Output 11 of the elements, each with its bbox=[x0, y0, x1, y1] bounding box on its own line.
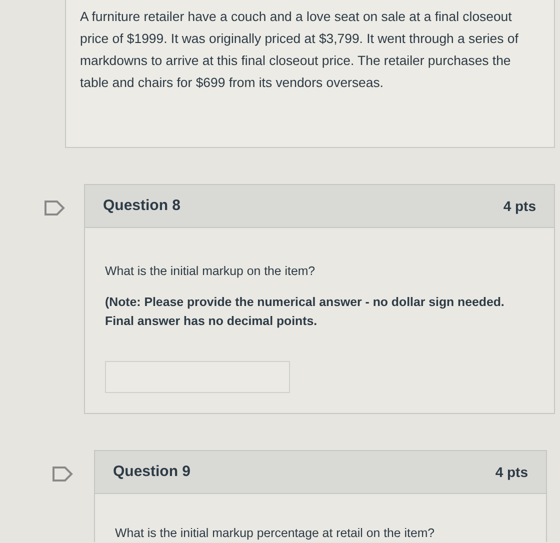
question-text: What is the initial markup on the item? bbox=[105, 263, 316, 280]
points-label: 4 pts bbox=[495, 462, 528, 482]
question-text: (Note: Please provide the numerical answer - no dollar sign needed. Final answer has no decimal points. bbox=[105, 294, 506, 330]
flag-icon[interactable] bbox=[44, 200, 66, 216]
question-title: Question 8 bbox=[103, 196, 181, 216]
answer-field[interactable] bbox=[105, 361, 290, 393]
question-text: What is the initial markup percentage at retail on the item? bbox=[115, 525, 436, 542]
problem-text: A furniture retailer have a couch and a love seat on sale at a final closeout price of $1999. It was originally priced at $3,799. It went through a series of markdowns to arrive at this final closeout price. The retailer purchases the table and chairs for $699 from its vendors overseas. bbox=[80, 8, 520, 92]
points-label: 4 pts bbox=[503, 196, 536, 216]
question-title: Question 9 bbox=[113, 462, 191, 482]
flag-icon[interactable] bbox=[52, 466, 74, 482]
